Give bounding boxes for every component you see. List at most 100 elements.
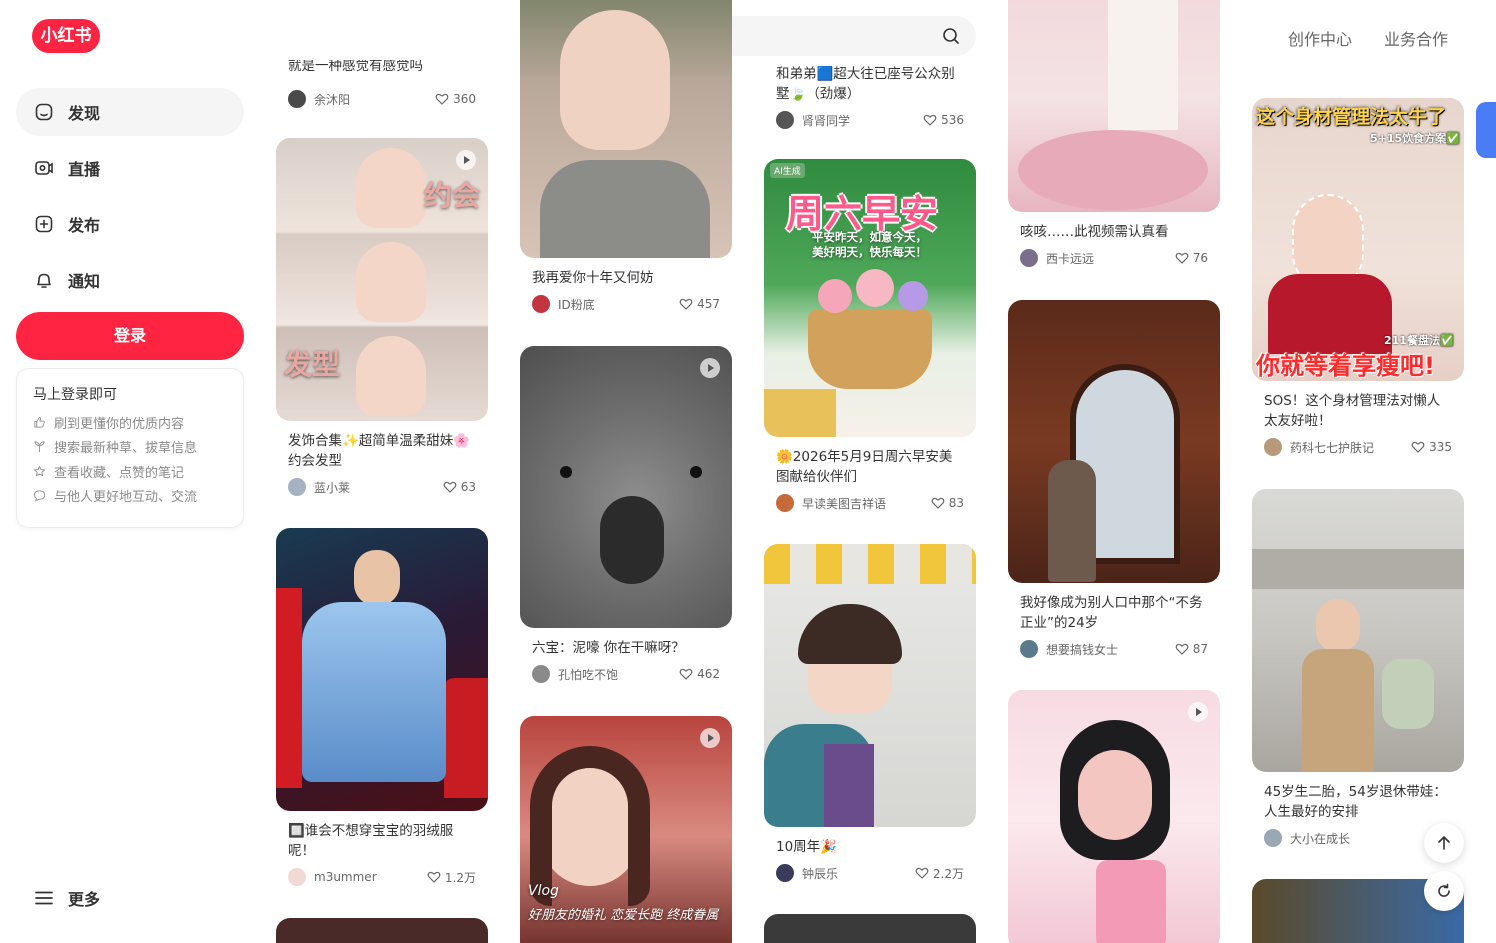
like-button[interactable]: 76 [1175,251,1208,265]
note-card[interactable] [1008,690,1220,943]
note-card[interactable]: 10周年🎉 钟辰乐 2.2万 [764,544,976,882]
note-title[interactable]: 和弟弟🟦超大往已座号公众别墅🍃（劲爆） [776,64,966,104]
like-count: 536 [941,113,964,127]
author-name: m3ummer [314,870,377,884]
like-button[interactable]: 360 [435,92,476,106]
note-card[interactable]: 肾肾同学 536 [764,111,976,129]
back-to-top-button[interactable] [1424,823,1464,863]
note-author[interactable]: 孔怕吃不饱 [532,665,618,683]
note-cover-image[interactable] [1252,489,1464,772]
note-title[interactable]: 我好像成为别人口中那个“不务正业”的24岁 [1008,593,1220,633]
like-button[interactable]: 1.2万 [427,869,476,886]
note-card[interactable]: Vlog 好朋友的婚礼 恋爱长跑 终成眷属 [520,716,732,943]
refresh-button[interactable] [1424,871,1464,911]
note-card[interactable]: 这个身材管理法太牛了 5+15饮食方案✅ 211餐盘法✅ 你就等着享瘦吧! SO… [1252,98,1464,456]
author-name: 西卡远远 [1046,251,1095,266]
note-author[interactable]: m3ummer [288,868,377,886]
note-card[interactable]: AI生成 周六早安 平安昨天，如意今天， 美好明天，快乐每天！ 🌼2026年5月… [764,159,976,512]
note-author[interactable]: ID粉底 [532,295,595,313]
note-author[interactable]: 大小在成长 [1264,829,1350,847]
note-cover-image[interactable] [1008,300,1220,583]
person-silhouette [1048,460,1096,582]
author-name: 钟辰乐 [802,866,839,881]
note-title[interactable]: 六宝：泥嚎 你在干嘛呀？ [520,638,732,658]
heart-icon [923,114,937,126]
like-count: 2.2万 [932,866,964,881]
note-card[interactable]: 我好像成为别人口中那个“不务正业”的24岁 想要搞钱女士 87 [1008,300,1220,658]
note-cover-image[interactable]: 约会 发型 [276,138,488,421]
note-cover-image[interactable] [520,0,732,258]
nav-item-notifications[interactable]: 通知 [16,256,244,304]
like-button[interactable]: 87 [1175,642,1208,656]
note-cover-image[interactable]: 这个身材管理法太牛了 5+15饮食方案✅ 211餐盘法✅ 你就等着享瘦吧! [1252,98,1464,381]
search-icon[interactable] [942,27,960,45]
note-title[interactable]: 发饰合集✨超简单温柔甜妹🌸约会发型 [276,431,488,471]
benefit-item: 与他人更好地互动、交流 [33,484,227,509]
child-shape [1382,659,1434,729]
note-card[interactable]: 余沐阳 360 [276,90,488,108]
note-author[interactable]: 余沐阳 [288,90,350,108]
koala-eye [690,466,702,478]
note-card[interactable]: 六宝：泥嚎 你在干嘛呀？ 孔怕吃不饱 462 [520,346,732,683]
avatar [288,90,306,108]
note-card[interactable]: 我再爱你十年又何妨 ID粉底 457 [520,0,732,313]
business-cooperation-link[interactable]: 业务合作 [1384,26,1448,50]
note-cover-image[interactable] [764,544,976,827]
dress-shape [1108,0,1178,130]
note-title[interactable]: 咳咳……此视频需认真看 [1008,222,1220,242]
nav-item-publish[interactable]: 发布 [16,200,244,248]
like-count: 360 [453,92,476,106]
note-author[interactable]: 西卡远远 [1020,249,1094,267]
note-card[interactable]: 🔲谁会不想穿宝宝的羽绒服呢！ m3ummer 1.2万 [276,528,488,886]
note-author[interactable]: 肾肾同学 [776,111,850,129]
note-title[interactable]: 我再爱你十年又何妨 [520,268,732,288]
note-author[interactable]: 蓝小莱 [288,478,350,496]
note-card[interactable]: 45岁生二胎，54岁退休带娃：人生最好的安排 大小在成长 [1252,489,1464,847]
cover-overlay-text: 发型 [284,348,341,381]
note-title[interactable]: SOS！这个身材管理法对懒人太友好啦！ [1252,391,1464,431]
note-card[interactable]: 约会 发型 发饰合集✨超简单温柔甜妹🌸约会发型 蓝小莱 63 [276,138,488,496]
refresh-icon [1438,883,1450,897]
note-cover-image[interactable]: AI生成 周六早安 平安昨天，如意今天， 美好明天，快乐每天！ [764,159,976,437]
note-cover-image[interactable] [520,346,732,628]
benefit-text: 刷到更懂你的优质内容 [54,416,185,432]
flower-basket-shape [808,309,932,389]
note-cover-image[interactable]: Vlog 好朋友的婚礼 恋爱长跑 终成眷属 [520,716,732,943]
note-cover-image[interactable] [276,918,488,943]
note-title[interactable]: 就是一种感觉有感觉吗 [288,60,423,76]
note-cover-image[interactable] [1008,0,1220,212]
login-button[interactable]: 登录 [16,312,244,360]
like-button[interactable]: 63 [443,480,476,494]
avatar [532,295,550,313]
like-button[interactable]: 335 [1411,440,1452,454]
like-button[interactable]: 457 [679,297,720,311]
note-author[interactable]: 钟辰乐 [776,864,838,882]
creator-center-link[interactable]: 创作中心 [1288,26,1352,50]
note-title[interactable]: 10周年🎉 [764,837,976,857]
heart-icon [915,867,929,879]
like-button[interactable]: 2.2万 [915,865,964,882]
sandwich-shape [764,389,836,437]
note-title[interactable]: 🔲谁会不想穿宝宝的羽绒服呢！ [276,821,488,861]
like-button[interactable]: 83 [931,496,964,510]
like-count: 83 [948,496,964,510]
note-card[interactable]: 咳咳……此视频需认真看 西卡远远 76 [1008,0,1220,267]
note-cover-image[interactable] [276,528,488,811]
shield-badge-icon[interactable] [1476,102,1496,158]
note-author[interactable]: 药科七七护肤记 [1264,438,1374,456]
benefit-text: 与他人更好地互动、交流 [54,490,198,506]
hair-shape [798,604,902,664]
note-cover-image[interactable] [1008,690,1220,943]
note-author[interactable]: 想要搞钱女士 [1020,640,1118,658]
note-cover-image[interactable] [764,914,976,943]
cover-overlay-text: 约会 [424,179,481,212]
note-title[interactable]: 45岁生二胎，54岁退休带娃：人生最好的安排 [1252,782,1464,822]
xiaohongshu-logo[interactable]: 小红书 [32,19,100,53]
note-author[interactable]: 早读美图吉祥语 [776,494,886,512]
nav-item-live[interactable]: 直播 [16,144,244,192]
more-menu-button[interactable]: 更多 [34,886,100,910]
note-title[interactable]: 🌼2026年5月9日周六早安美图献给伙伴们 [764,447,976,487]
nav-item-discover[interactable]: 发现 [16,88,244,136]
like-button[interactable]: 536 [923,113,964,127]
like-button[interactable]: 462 [679,667,720,681]
